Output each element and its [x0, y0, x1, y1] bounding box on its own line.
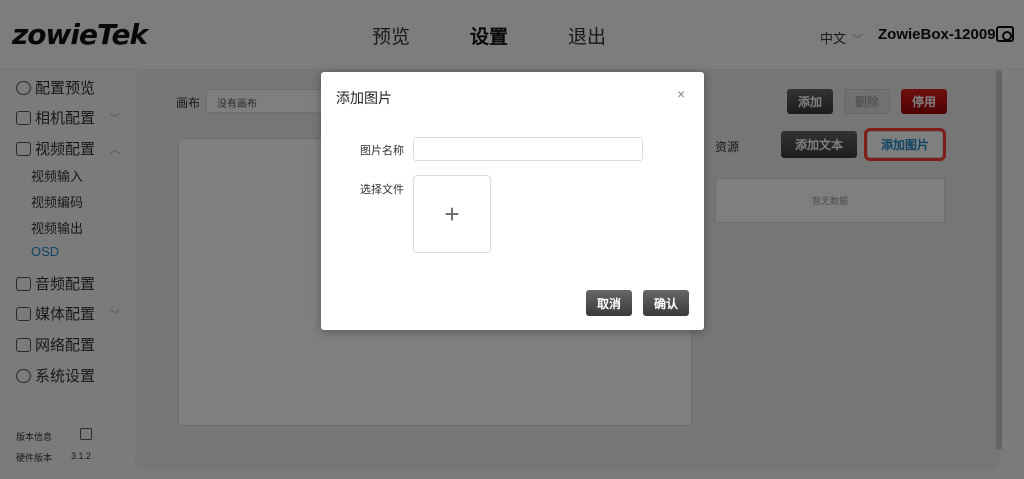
plus-icon: + — [444, 198, 460, 229]
image-name-label: 图片名称 — [360, 145, 404, 157]
file-upload-box[interactable]: + — [413, 175, 491, 253]
confirm-button[interactable]: 确认 — [643, 290, 689, 316]
image-name-input[interactable] — [413, 137, 643, 161]
dialog-title: 添加图片 — [336, 90, 392, 106]
choose-file-label: 选择文件 — [360, 184, 404, 196]
add-image-dialog: 添加图片 × 图片名称 选择文件 + 取消 确认 — [321, 72, 704, 330]
cancel-button[interactable]: 取消 — [586, 290, 632, 316]
close-icon[interactable]: × — [677, 86, 685, 102]
